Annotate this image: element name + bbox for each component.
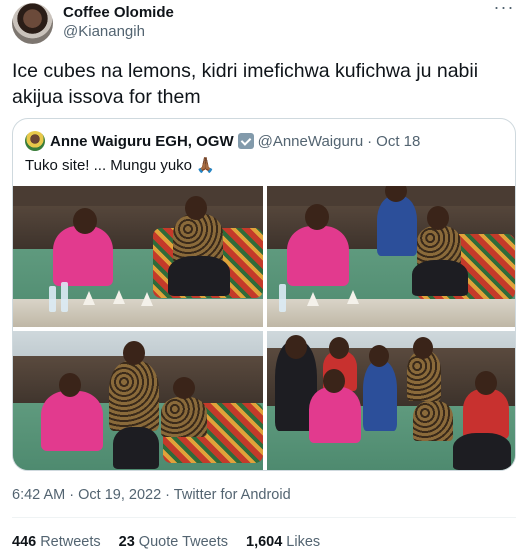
separator-dot: · (367, 132, 373, 150)
author-handle[interactable]: @Kianangih (63, 23, 145, 40)
meta-separator: · (69, 487, 75, 503)
more-dots-icon[interactable]: ··· (492, 0, 516, 20)
quote-tweets-stat[interactable]: 23 Quote Tweets (119, 534, 228, 550)
quoted-tweet-card[interactable]: Anne Waiguru EGH, OGW @AnneWaiguru · Oct… (12, 118, 516, 471)
tweet-timestamp: 6:42 AM · Oct 19, 2022 · Twitter for And… (12, 487, 291, 503)
likes-stat[interactable]: 1,604 Likes (246, 534, 320, 550)
tweet-text: Ice cubes na lemons, kidri imefichwa kuf… (12, 60, 479, 108)
quoted-tweet-text: Tuko site! ... Mungu yuko 🙏🏾 (25, 157, 215, 174)
tweet-time[interactable]: 6:42 AM (12, 487, 65, 503)
quoted-author-name[interactable]: Anne Waiguru EGH, OGW (50, 133, 234, 150)
verified-badge-icon (237, 133, 254, 149)
divider (12, 517, 516, 518)
author-name[interactable]: Coffee Olomide (63, 4, 174, 21)
meta-separator: · (165, 487, 171, 503)
media-grid (13, 186, 515, 470)
photo-2[interactable] (267, 186, 515, 327)
quoted-date[interactable]: Oct 18 (376, 133, 420, 150)
photo-3[interactable] (13, 331, 263, 470)
quoted-avatar[interactable] (25, 131, 45, 151)
author-avatar[interactable] (12, 3, 53, 44)
retweets-stat[interactable]: 446 Retweets (12, 534, 101, 550)
tweet-stats: 446 Retweets 23 Quote Tweets 1,604 Likes (12, 534, 338, 550)
tweet-date[interactable]: Oct 19, 2022 (78, 487, 161, 503)
quoted-author-handle[interactable]: @AnneWaiguru (258, 133, 364, 150)
photo-1[interactable] (13, 186, 263, 327)
photo-4[interactable] (267, 331, 515, 470)
tweet-source[interactable]: Twitter for Android (174, 487, 291, 503)
quoted-tweet-header: Anne Waiguru EGH, OGW @AnneWaiguru · Oct… (25, 131, 420, 151)
